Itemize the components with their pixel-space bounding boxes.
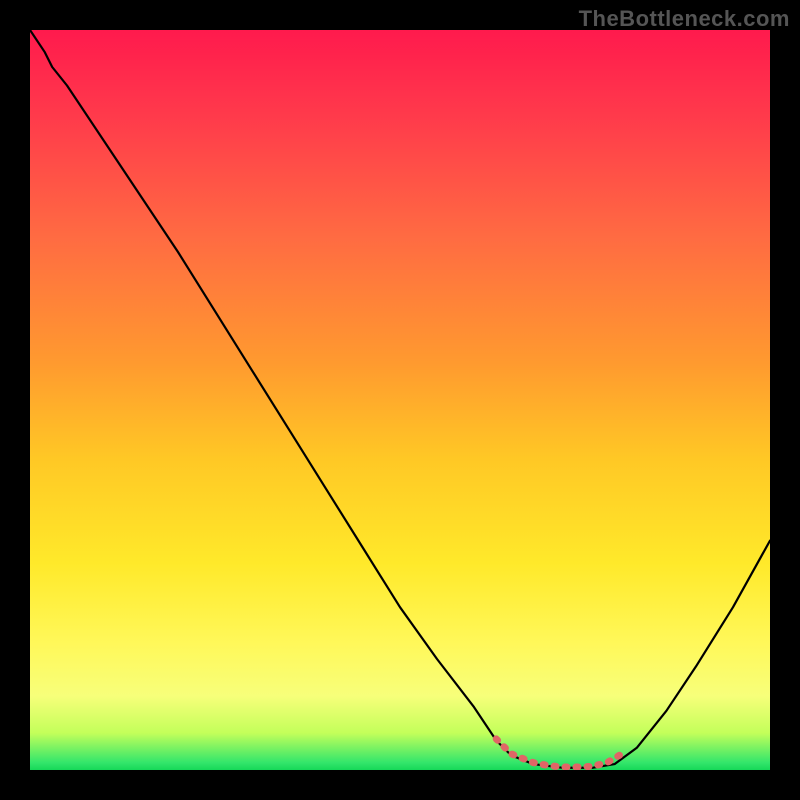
gradient-background bbox=[30, 30, 770, 770]
chart-container: TheBottleneck.com bbox=[0, 0, 800, 800]
plot-area bbox=[30, 30, 770, 770]
watermark-text: TheBottleneck.com bbox=[579, 6, 790, 32]
